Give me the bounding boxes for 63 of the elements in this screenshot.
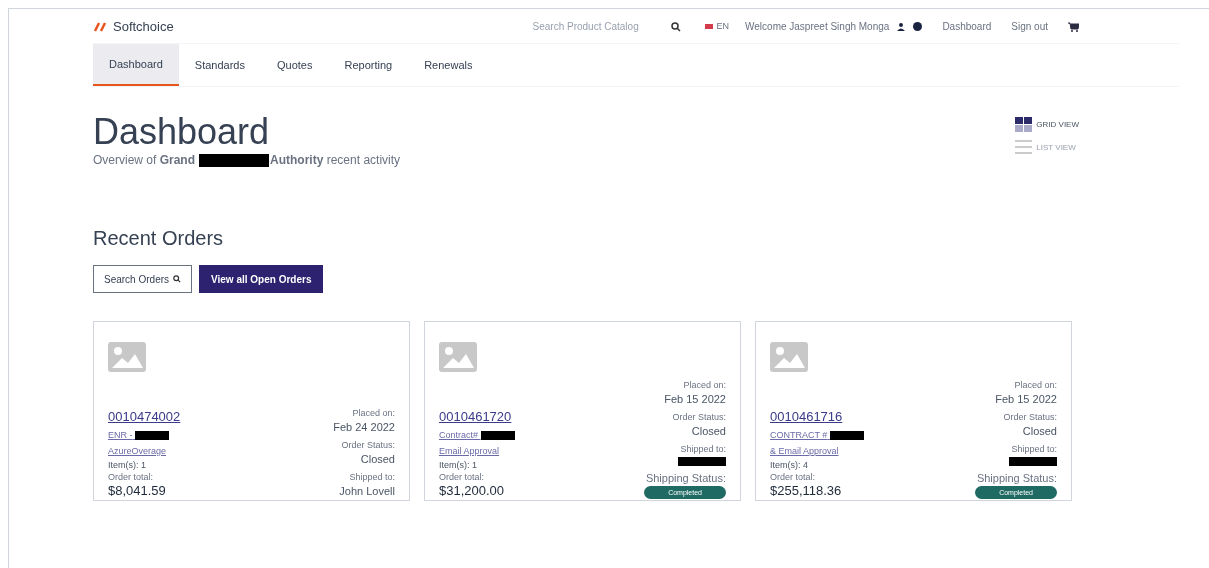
search-orders-button[interactable]: Search Orders — [93, 265, 193, 293]
view-toggle[interactable]: GRID VIEW — [1015, 117, 1079, 132]
shipped-to-label: Shipped to: — [349, 470, 395, 483]
cart-icon[interactable] — [1068, 21, 1079, 32]
header-link[interactable]: Dashboard — [942, 19, 992, 34]
image-placeholder-icon — [108, 342, 146, 372]
search-icon — [173, 275, 182, 283]
placed-on-label: Placed on: — [352, 406, 395, 419]
view-all-orders-button[interactable]: View all Open Orders — [199, 265, 324, 293]
order-status-value: Closed — [1022, 424, 1057, 439]
redaction-bar — [1009, 457, 1057, 466]
header-link[interactable]: Sign out — [1011, 19, 1048, 34]
search-icon[interactable] — [670, 21, 681, 32]
placed-on-date: Feb 15 2022 — [995, 392, 1057, 407]
order-reference-link[interactable]: ENR - — [108, 427, 181, 443]
order-reference-link[interactable]: Contract# — [439, 427, 515, 443]
items-count: Item(s): 4 — [770, 459, 809, 471]
order-number-link[interactable]: 0010461716 — [770, 407, 864, 427]
order-number-link[interactable]: 0010474002 — [108, 407, 181, 427]
order-status-value: Closed — [691, 424, 726, 439]
grid-icon — [1015, 117, 1033, 132]
order-total-label: Order total: — [439, 471, 486, 483]
order-description-link[interactable]: Email Approval — [439, 443, 515, 459]
list-icon — [1015, 140, 1033, 155]
search-field[interactable]: Search Product Catalog — [532, 19, 663, 34]
shipping-status-label: Shipping Status: — [645, 471, 726, 486]
placed-on-label: Placed on: — [1014, 379, 1057, 391]
subtitle-text: Authority recent activity — [270, 152, 401, 169]
order-status-value: Closed — [360, 451, 395, 467]
redaction-bar — [678, 457, 726, 466]
brand-name: Softchoice — [113, 17, 174, 36]
welcome-text: Welcome Jaspreet Singh Monga — [745, 20, 890, 34]
order-description-link[interactable]: & Email Approval — [770, 443, 864, 459]
nav-tab[interactable]: Dashboard — [93, 44, 179, 86]
placed-on-date: Feb 24 2022 — [333, 419, 395, 435]
order-total-label: Order total: — [770, 471, 817, 483]
shipped-to-label: Shipped to: — [680, 443, 726, 455]
shipping-status-label: Shipping Status: — [976, 471, 1057, 486]
items-count: Item(s): 1 — [439, 459, 478, 471]
language-link[interactable]: EN — [716, 19, 730, 34]
placed-on-label: Placed on: — [683, 379, 726, 391]
order-total: $31,200.00 — [439, 483, 506, 499]
image-placeholder-icon — [770, 342, 808, 372]
order-number-link[interactable]: 0010461720 — [439, 407, 515, 427]
order-total: $255,118.36 — [770, 483, 843, 499]
user-icon[interactable] — [897, 22, 906, 31]
order-status-label: Order Status: — [341, 438, 395, 451]
order-status-label: Order Status: — [1003, 411, 1057, 423]
order-reference-link[interactable]: CONTRACT # — [770, 427, 864, 443]
placed-on-date: Feb 15 2022 — [664, 392, 726, 407]
subtitle-text: Overview of Grand — [93, 152, 196, 169]
shipped-to-value: John Lovell — [339, 483, 395, 499]
order-total: $8,041.59 — [108, 483, 167, 499]
order-total-label: Order total: — [108, 471, 155, 483]
page-title: Dashboard — [93, 113, 271, 151]
logo-icon — [93, 21, 109, 32]
shipped-to-label: Shipped to: — [1011, 443, 1057, 455]
section-title: Recent Orders — [93, 226, 225, 251]
image-placeholder-icon — [439, 342, 477, 372]
order-description-link[interactable]: AzureOverage — [108, 443, 181, 459]
order-status-label: Order Status: — [672, 411, 726, 423]
items-count: Item(s): 1 — [108, 459, 147, 471]
flag-icon — [704, 24, 713, 29]
